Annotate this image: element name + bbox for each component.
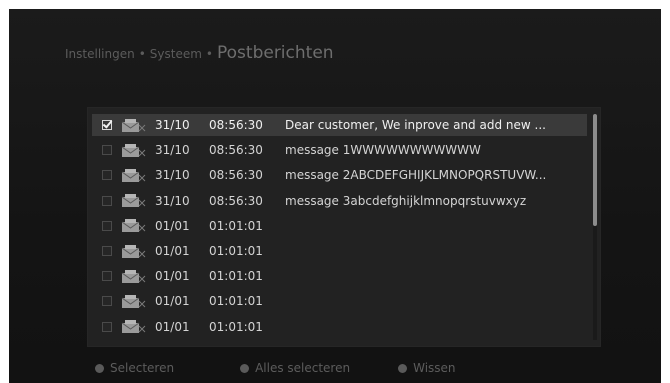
message-date: 31/10 bbox=[155, 118, 190, 132]
message-text: message 1WWWWWWWWWWW bbox=[285, 143, 481, 158]
green-button-icon bbox=[240, 363, 250, 373]
message-checkbox[interactable] bbox=[102, 271, 112, 282]
select-button[interactable]: Selecteren bbox=[95, 361, 174, 375]
message-time: 08:56:30 bbox=[209, 143, 263, 158]
message-checkbox[interactable] bbox=[102, 321, 112, 332]
message-date: 01/01 bbox=[155, 319, 190, 334]
scrollbar[interactable] bbox=[593, 114, 597, 340]
message-row[interactable]: 01/01 01:01:01 bbox=[92, 215, 587, 237]
message-text: message 2ABCDEFGHIJKLMNOPQRSTUVW... bbox=[285, 168, 547, 183]
message-checkbox[interactable] bbox=[102, 145, 112, 156]
message-checkbox[interactable] bbox=[102, 246, 112, 256]
breadcrumb-system[interactable]: Systeem bbox=[150, 47, 202, 61]
message-time: 08:56:30 bbox=[209, 118, 263, 132]
message-date: 01/01 bbox=[155, 269, 190, 284]
delete-label: Wissen bbox=[413, 361, 456, 375]
message-text: message 3abcdefghijklmnopqrstuvwxyz bbox=[285, 193, 527, 208]
select-all-label: Alles selecteren bbox=[255, 361, 351, 375]
message-date: 31/10 bbox=[155, 193, 190, 208]
message-row[interactable]: 31/10 08:56:30 message 2ABCDEFGHIJKLMNOPQR… bbox=[92, 164, 587, 186]
message-time: 08:56:30 bbox=[209, 193, 263, 208]
mail-icon bbox=[121, 244, 147, 259]
mail-icon bbox=[121, 168, 147, 183]
message-time: 01:01:01 bbox=[209, 319, 263, 334]
yellow-button-icon bbox=[398, 363, 408, 373]
message-row[interactable]: 31/10 08:56:30 Dear customer, We inprove a… bbox=[92, 114, 587, 136]
breadcrumb-settings[interactable]: Instellingen bbox=[65, 47, 135, 61]
message-checkbox[interactable] bbox=[102, 195, 112, 206]
message-list: 31/10 08:56:30 Dear customer, We inprove a… bbox=[87, 107, 601, 347]
breadcrumb-separator: • bbox=[205, 47, 213, 61]
mail-icon bbox=[121, 319, 147, 334]
delete-button[interactable]: Wissen bbox=[398, 361, 456, 375]
message-row[interactable]: 01/01 01:01:01 bbox=[92, 240, 587, 262]
message-row[interactable]: 31/10 08:56:30 message 3abcdefghijklmnopqr… bbox=[92, 190, 587, 212]
message-time: 01:01:01 bbox=[209, 269, 263, 284]
message-checkbox[interactable] bbox=[102, 296, 112, 307]
mail-icon bbox=[121, 269, 147, 284]
message-row[interactable]: 01/01 01:01:01 bbox=[92, 265, 587, 287]
message-date: 01/01 bbox=[155, 294, 190, 309]
message-date: 31/10 bbox=[155, 143, 190, 158]
message-checkbox[interactable] bbox=[102, 220, 112, 231]
select-all-button[interactable]: Alles selecteren bbox=[240, 361, 350, 375]
message-row[interactable]: 01/01 01:01:01 bbox=[92, 316, 587, 338]
message-row[interactable]: 01/01 01:01:01 bbox=[92, 290, 587, 312]
message-text: Dear customer, We inprove and add new ..… bbox=[285, 118, 546, 132]
mail-icon bbox=[121, 193, 147, 208]
scrollbar-thumb[interactable] bbox=[593, 114, 597, 226]
mail-icon bbox=[121, 143, 147, 158]
red-button-icon bbox=[95, 363, 104, 373]
message-time: 01:01:01 bbox=[209, 244, 263, 258]
message-date: 01/01 bbox=[155, 244, 190, 258]
footer-actions: Selecteren Alles selecteren Wissen bbox=[95, 361, 456, 375]
page-title: Postberichten bbox=[217, 43, 334, 63]
mail-icon bbox=[121, 294, 147, 309]
message-time: 08:56:30 bbox=[209, 168, 263, 183]
message-date: 31/10 bbox=[155, 168, 190, 183]
breadcrumb: Instellingen • Systeem • Postberichten bbox=[65, 43, 334, 63]
message-checkbox[interactable] bbox=[102, 120, 112, 130]
mail-icon bbox=[121, 218, 147, 233]
mail-icon bbox=[121, 118, 147, 133]
message-date: 01/01 bbox=[155, 218, 190, 233]
message-time: 01:01:01 bbox=[209, 218, 263, 233]
breadcrumb-separator: • bbox=[138, 47, 146, 61]
select-label: Selecteren bbox=[110, 361, 175, 375]
message-checkbox[interactable] bbox=[102, 170, 112, 181]
message-row[interactable]: 31/10 08:56:30 message 1WWWWWWWWWWW bbox=[92, 139, 587, 161]
message-time: 01:01:01 bbox=[209, 294, 263, 309]
tv-screen: Instellingen • Systeem • Postberichten 31/10… bbox=[9, 9, 661, 383]
